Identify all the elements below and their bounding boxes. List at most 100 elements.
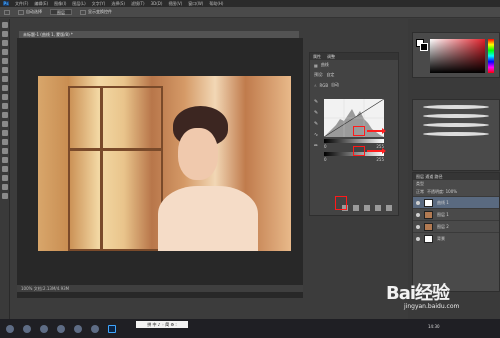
view-previous-icon[interactable] xyxy=(353,205,359,211)
brush-icon[interactable] xyxy=(2,85,8,91)
task-view-icon[interactable] xyxy=(40,324,48,333)
layer-select[interactable]: 图层 xyxy=(50,9,72,15)
start-icon[interactable] xyxy=(6,324,14,333)
text-icon[interactable] xyxy=(2,157,8,163)
folder-icon[interactable] xyxy=(74,324,82,333)
menu-select[interactable]: 选择(S) xyxy=(111,1,125,7)
arrow-input xyxy=(367,128,386,134)
hue-slider[interactable] xyxy=(488,39,494,73)
tab-properties[interactable]: 属性 xyxy=(313,54,321,60)
menu-window[interactable]: 窗口(W) xyxy=(188,1,203,7)
status-bar: 100% 文档:2.13M/4.93M xyxy=(17,285,303,292)
transform-checkbox[interactable]: 显示变换控件 xyxy=(80,9,112,15)
preset-select[interactable]: 自定 xyxy=(326,72,334,78)
brush-stroke-4[interactable] xyxy=(423,132,489,136)
history-brush-icon[interactable] xyxy=(2,103,8,109)
pencil-icon[interactable]: ✏ xyxy=(314,143,318,149)
eraser-icon[interactable] xyxy=(2,112,8,118)
options-bar: 自动选择 图层 显示变换控件 xyxy=(0,7,500,18)
eye-icon[interactable] xyxy=(416,224,420,229)
brush-stroke-3[interactable] xyxy=(423,123,489,127)
search-icon[interactable] xyxy=(23,324,31,333)
layer-name: 图层 1 xyxy=(437,211,449,217)
layer-row[interactable]: 图层 1 xyxy=(413,208,499,220)
layer-row[interactable]: 背景 xyxy=(413,232,499,244)
ime-toolbar[interactable]: 拼 中 ♪ ◦ 简 ⚙ : xyxy=(136,321,188,328)
curve-point-icon[interactable]: ∿ xyxy=(314,132,318,138)
eye-icon[interactable] xyxy=(416,236,420,241)
menu-edit[interactable]: 编辑(E) xyxy=(34,1,48,7)
highlight-output-slider xyxy=(353,146,365,156)
path-select-icon[interactable] xyxy=(2,166,8,172)
menu-file[interactable]: 文件(F) xyxy=(15,1,28,7)
brush-stroke-2[interactable] xyxy=(423,114,489,118)
gray-eyedropper-icon[interactable]: ✎ xyxy=(314,110,318,116)
menu-layer[interactable]: 图层(L) xyxy=(72,1,85,7)
shape-icon[interactable] xyxy=(2,175,8,181)
menu-help[interactable]: 帮助(H) xyxy=(209,1,223,7)
browser-icon[interactable] xyxy=(57,324,65,333)
crop-icon[interactable] xyxy=(2,58,8,64)
black-eyedropper-icon[interactable]: ✎ xyxy=(314,99,318,105)
photoshop-logo-icon[interactable]: Ps xyxy=(3,1,9,6)
magic-wand-icon[interactable] xyxy=(2,49,8,55)
layer-row[interactable]: 曲线 1 xyxy=(413,196,499,208)
menu-view[interactable]: 视图(V) xyxy=(168,1,182,7)
input-black[interactable]: 0 xyxy=(324,144,327,149)
opacity-field[interactable]: 不透明度: 100% xyxy=(427,189,457,195)
healing-icon[interactable] xyxy=(2,76,8,82)
move-tool-icon[interactable] xyxy=(4,9,10,15)
photoshop-taskbar-icon[interactable] xyxy=(108,324,116,333)
layers-tabs[interactable]: 图层 通道 路径 xyxy=(413,173,499,180)
hand-adjust-icon[interactable]: ☝ xyxy=(314,83,316,88)
move-icon[interactable] xyxy=(2,22,8,28)
store-icon[interactable] xyxy=(91,324,99,333)
eye-icon[interactable] xyxy=(416,200,420,205)
blend-mode-select[interactable]: 正常 xyxy=(416,189,424,195)
tab-adjustments[interactable]: 调整 xyxy=(327,54,335,60)
layer-thumbnail xyxy=(424,210,433,219)
channel-select[interactable]: RGB xyxy=(319,83,328,88)
color-field[interactable] xyxy=(430,39,485,73)
menu-filter[interactable]: 滤镜(T) xyxy=(131,1,145,7)
kind-filter[interactable]: 类型 xyxy=(416,181,424,187)
gradient-icon[interactable] xyxy=(2,121,8,127)
arrow-output xyxy=(367,148,386,154)
hand-icon[interactable] xyxy=(2,184,8,190)
menu-image[interactable]: 图像(I) xyxy=(54,1,66,7)
zoom-icon[interactable] xyxy=(2,193,8,199)
layer-thumbnail xyxy=(424,234,433,243)
auto-button[interactable]: 自动 xyxy=(331,82,339,88)
output-black[interactable]: 0 xyxy=(324,157,327,162)
pen-icon[interactable] xyxy=(2,148,8,154)
auto-select-checkbox[interactable]: 自动选择 xyxy=(18,9,42,15)
brush-stroke-1[interactable] xyxy=(423,105,489,109)
blur-icon[interactable] xyxy=(2,130,8,136)
reset-icon[interactable] xyxy=(364,205,370,211)
blend-row: 正常 不透明度: 100% xyxy=(413,188,499,196)
layer-name: 曲线 1 xyxy=(437,199,449,205)
layer-name: 背景 xyxy=(437,235,445,241)
input-gradient[interactable] xyxy=(324,139,384,143)
marquee-icon[interactable] xyxy=(2,31,8,37)
layer-row[interactable]: 图层 2 xyxy=(413,220,499,232)
white-eyedropper-icon[interactable]: ✎ xyxy=(314,121,318,127)
stamp-icon[interactable] xyxy=(2,94,8,100)
lasso-icon[interactable] xyxy=(2,40,8,46)
menu-3d[interactable]: 3D(D) xyxy=(151,1,163,6)
delete-icon[interactable] xyxy=(386,205,392,211)
layer-name: 图层 2 xyxy=(437,223,449,229)
tools-panel xyxy=(0,19,10,319)
curves-icon: ▦ xyxy=(314,62,318,68)
menu-type[interactable]: 文字(Y) xyxy=(92,1,106,7)
canvas-image[interactable] xyxy=(38,76,291,251)
document-tab[interactable]: 未标题-1 (曲线 1, 蒙版/8) * xyxy=(19,31,299,38)
eye-icon[interactable] xyxy=(416,212,420,217)
dodge-icon[interactable] xyxy=(2,139,8,145)
eyedropper-icon[interactable] xyxy=(2,67,8,73)
taskbar xyxy=(0,319,500,338)
visibility-icon[interactable] xyxy=(375,205,381,211)
output-white[interactable]: 255 xyxy=(376,157,384,162)
background-swatch[interactable] xyxy=(420,43,428,51)
menu-bar: Ps 文件(F) 编辑(E) 图像(I) 图层(L) 文字(Y) 选择(S) 滤… xyxy=(0,0,500,7)
